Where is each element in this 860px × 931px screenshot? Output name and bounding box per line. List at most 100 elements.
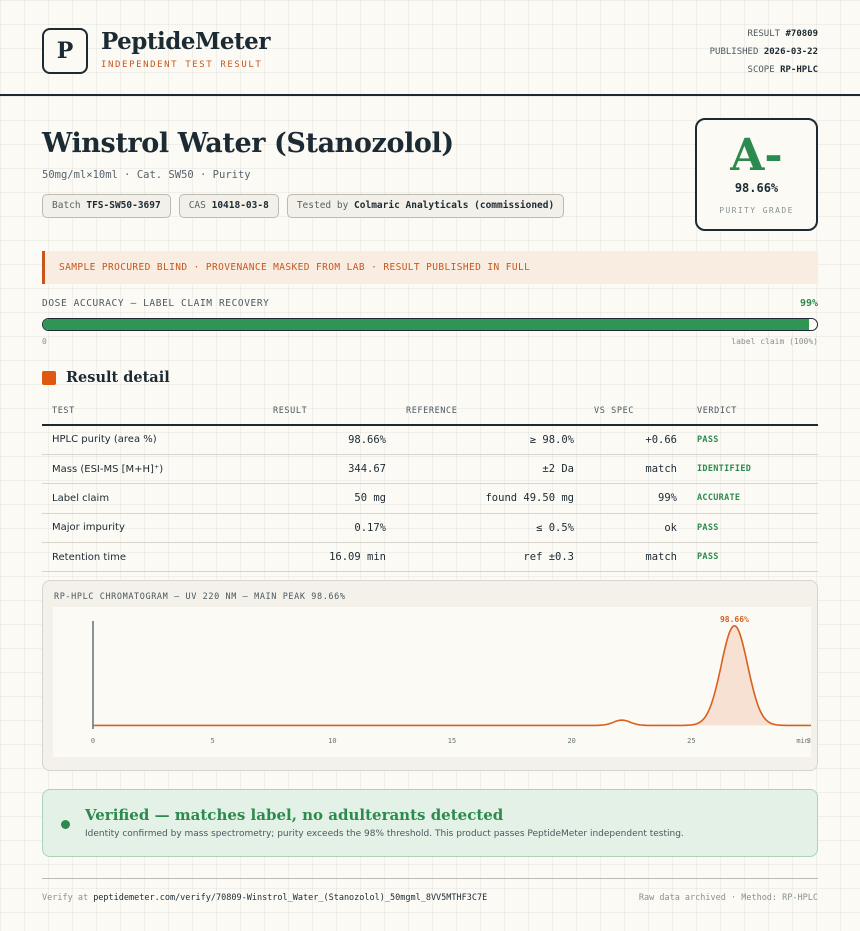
footer-method: Raw data archived · Method: RP-HPLC [638, 893, 818, 903]
results-table: TEST RESULT REFERENCE VS SPEC VERDICT HP… [42, 398, 818, 573]
cell-reference: ref ±0.3 [396, 542, 584, 573]
cell-test: Label claim [42, 483, 263, 514]
chromatogram-title: RP-HPLC CHROMATOGRAM — UV 220 NM — MAIN … [54, 592, 346, 602]
result-meta: RESULT #70809 PUBLISHED 2026-03-22 SCOPE… [710, 28, 818, 82]
meta-published-value: 2026-03-22 [763, 47, 818, 57]
cell-test: Retention time [42, 542, 263, 573]
result-detail-heading: Result detail [42, 369, 170, 386]
x-tick-labels: 051015202530 [91, 737, 815, 745]
batch-chip-label: Batch [52, 200, 81, 211]
meta-result-label: RESULT [747, 29, 781, 39]
verify-prefix: Verify at [42, 893, 89, 903]
cas-chip-label: CAS [188, 200, 206, 211]
cell-verdict: PASS [687, 542, 818, 573]
cell-result: 50 mg [263, 483, 396, 514]
tested-by-chip-value: Colmaric Analyticals (commissioned) [354, 200, 555, 211]
meta-scope-value: RP-HPLC [780, 65, 818, 75]
meta-scope-label: SCOPE [747, 65, 775, 75]
x-tick-label: 10 [328, 737, 336, 745]
col-header-result: RESULT [263, 398, 396, 426]
cell-verdict: PASS [687, 513, 818, 544]
verify-footer: Verify at peptidemeter.com/verify/70809-… [42, 893, 487, 903]
grade-value: 98.66% [734, 181, 779, 195]
verified-text: Identity confirmed by mass spectrometry;… [85, 829, 684, 839]
meta-result: RESULT #70809 [710, 28, 818, 46]
cell-result: 16.09 min [263, 542, 396, 573]
verified-title: Verified — matches label, no adulterants… [85, 806, 504, 824]
col-header-vs-spec: VS SPEC [584, 398, 687, 426]
x-tick-label: 15 [448, 737, 456, 745]
cell-vs-spec: ok [584, 513, 687, 544]
x-tick-label: 0 [91, 737, 95, 745]
cell-result: 344.67 [263, 454, 396, 485]
table-row: Label claim 50 mg found 49.50 mg 99% ACC… [42, 483, 818, 514]
chromatogram-svg: 051015202530 min 98.66% [91, 615, 815, 745]
verified-dot-icon [61, 820, 70, 829]
cell-reference: ±2 Da [396, 454, 584, 485]
batch-chip: Batch TFS-SW50-3697 [42, 194, 171, 218]
meta-published-label: PUBLISHED [709, 47, 759, 57]
product-subtitle: 50mg/ml×10ml · Cat. SW50 · Purity [42, 169, 251, 181]
cell-test: Mass (ESI-MS [M+H]⁺) [42, 454, 263, 485]
table-row: Retention time 16.09 min ref ±0.3 match … [42, 542, 818, 573]
col-header-test: TEST [42, 398, 263, 426]
col-header-reference: REFERENCE [396, 398, 584, 426]
purity-grade-card: A- 98.66% PURITY GRADE [695, 118, 818, 231]
logo-letter: P [56, 38, 74, 64]
col-header-verdict: VERDICT [687, 398, 818, 426]
batch-chip-value: TFS-SW50-3697 [86, 200, 161, 211]
cell-vs-spec: match [584, 542, 687, 573]
table-row: HPLC purity (area %) 98.66% ≥ 98.0% +0.6… [42, 425, 818, 455]
bar-min-label: 0 [42, 337, 47, 346]
meta-published: PUBLISHED 2026-03-22 [710, 46, 818, 64]
footer-divider [42, 878, 818, 879]
chromatogram-plot: 051015202530 min 98.66% [53, 607, 815, 757]
section-square-icon [42, 370, 56, 385]
cell-reference: ≤ 0.5% [396, 513, 584, 544]
page-header: P PeptideMeter INDEPENDENT TEST RESULT R… [0, 0, 860, 96]
dose-accuracy-percent: 99% [799, 298, 818, 309]
product-title: Winstrol Water (Stanozolol) [42, 128, 454, 159]
cell-vs-spec: +0.66 [584, 425, 687, 455]
tested-by-chip-label: Tested by [296, 200, 349, 211]
main-peak-fill [681, 625, 788, 726]
cell-test: HPLC purity (area %) [42, 425, 263, 455]
table-row: Major impurity 0.17% ≤ 0.5% ok PASS [42, 513, 818, 544]
bar-max-label: label claim (100%) [731, 337, 818, 346]
chromatogram-panel: RP-HPLC CHROMATOGRAM — UV 220 NM — MAIN … [42, 580, 818, 771]
cas-chip-value: 10418-03-8 [211, 200, 269, 211]
section-title: Result detail [66, 369, 170, 386]
grade-label: PURITY GRADE [719, 206, 794, 215]
main-peak-label: 98.66% [720, 615, 749, 624]
cell-verdict: IDENTIFIED [687, 454, 818, 485]
cell-result: 98.66% [263, 425, 396, 455]
grade-letter: A- [730, 130, 783, 181]
brand-name[interactable]: PeptideMeter [101, 28, 270, 55]
cell-test: Major impurity [42, 513, 263, 544]
cell-verdict: PASS [687, 425, 818, 455]
brand-logo-icon[interactable]: P [42, 28, 88, 74]
cell-reference: ≥ 98.0% [396, 425, 584, 455]
meta-result-value: #70809 [785, 29, 818, 39]
x-tick-label: 20 [567, 737, 575, 745]
cell-result: 0.17% [263, 513, 396, 544]
cell-vs-spec: match [584, 454, 687, 485]
x-tick-label: 5 [211, 737, 215, 745]
tested-by-chip: Tested by Colmaric Analyticals (commissi… [286, 194, 565, 218]
table-row: Mass (ESI-MS [M+H]⁺) 344.67 ±2 Da match … [42, 454, 818, 485]
meta-scope: SCOPE RP-HPLC [710, 64, 818, 82]
verified-panel: Verified — matches label, no adulterants… [42, 789, 818, 857]
cell-reference: found 49.50 mg [396, 483, 584, 514]
cell-verdict: ACCURATE [687, 483, 818, 514]
chromatogram-trace [93, 624, 811, 727]
x-tick-label: 25 [687, 737, 695, 745]
dose-accuracy-bar-fill [43, 319, 810, 330]
blind-sample-banner: SAMPLE PROCURED BLIND · PROVENANCE MASKE… [42, 251, 818, 284]
product-chips: Batch TFS-SW50-3697 CAS 10418-03-8 Teste… [42, 194, 565, 218]
cas-chip: CAS 10418-03-8 [178, 194, 279, 218]
cell-vs-spec: 99% [584, 483, 687, 514]
brand-tagline: INDEPENDENT TEST RESULT [101, 60, 263, 70]
dose-accuracy-label: DOSE ACCURACY — LABEL CLAIM RECOVERY [42, 298, 270, 309]
verify-link[interactable]: peptidemeter.com/verify/70809-Winstrol_W… [93, 893, 487, 903]
dose-accuracy-bar [42, 318, 818, 331]
